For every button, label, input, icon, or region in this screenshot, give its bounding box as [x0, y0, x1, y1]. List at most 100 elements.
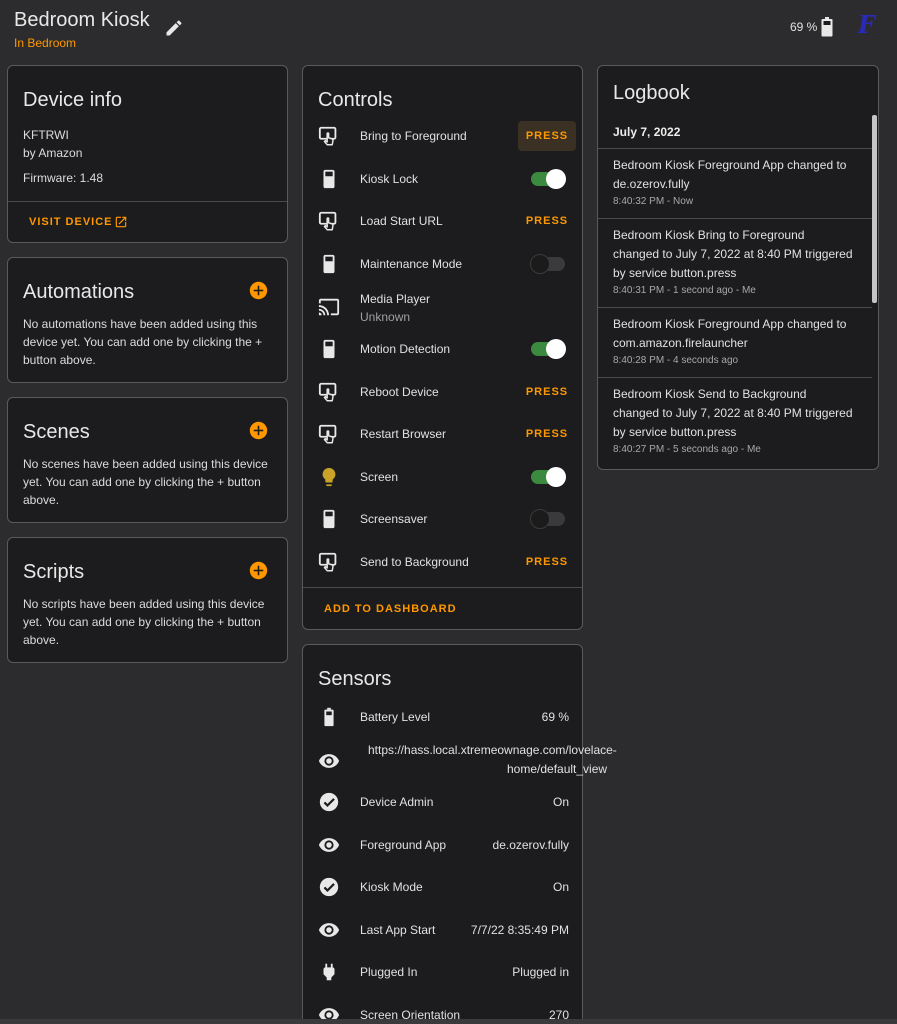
area-link[interactable]: In Bedroom — [14, 36, 76, 50]
toggle-switch[interactable] — [530, 254, 565, 274]
sensor-row[interactable]: Kiosk Mode On — [303, 867, 582, 907]
toggle-knob — [530, 509, 550, 529]
add-to-dashboard-button[interactable]: ADD TO DASHBOARD — [324, 603, 457, 615]
control-label: Reboot Device — [360, 385, 439, 399]
scenes-card: Scenes No scenes have been added using t… — [7, 397, 288, 523]
automations-card: Automations No automations have been add… — [7, 257, 288, 383]
sensor-label: Battery Level — [360, 710, 431, 724]
visit-device-button[interactable]: VISIT DEVICE — [29, 215, 139, 233]
press-button[interactable]: PRESS — [518, 121, 576, 151]
sensor-value: 69 % — [541, 710, 569, 724]
add-script-plus-icon[interactable] — [249, 561, 268, 580]
logbook-entry-line: Bedroom Kiosk Foreground App changed to — [613, 317, 847, 331]
toggle-switch[interactable] — [531, 339, 566, 359]
control-row-restart-browser[interactable]: Restart Browser PRESS — [303, 414, 582, 454]
logbook-entry-line: Bedroom Kiosk Foreground App changed to — [613, 158, 847, 172]
logbook-entry-time: 8:40:32 PM - Now — [613, 196, 694, 207]
eye-icon — [318, 750, 340, 772]
control-label: Media Player — [360, 292, 431, 306]
page-title: Bedroom Kiosk — [14, 9, 150, 31]
sensor-row[interactable]: Plugged In Plugged in — [303, 952, 582, 992]
sensor-value: Plugged in — [512, 965, 569, 979]
control-label: Bring to Foreground — [360, 129, 467, 143]
tablet-icon — [318, 253, 340, 275]
sensor-value: de.ozerov.fully — [492, 838, 569, 852]
sensor-label: Kiosk Mode — [360, 880, 423, 894]
add-automation-plus-icon[interactable] — [249, 281, 268, 300]
gesture-tap-icon — [318, 423, 340, 445]
battery-icon — [318, 706, 340, 728]
automations-empty-text: No automations have been added using thi… — [23, 317, 263, 367]
control-row-screensaver[interactable]: Screensaver — [303, 499, 582, 539]
scripts-title: Scripts — [23, 561, 85, 583]
toggle-knob — [546, 467, 566, 487]
sensor-row[interactable]: Foreground App de.ozerov.fully — [303, 825, 582, 865]
press-button[interactable]: PRESS — [518, 547, 576, 577]
pencil-icon[interactable] — [164, 18, 184, 38]
device-model: KFTRWI — [23, 128, 69, 142]
bottom-scrollbar[interactable] — [0, 1019, 897, 1024]
sensor-value-line1: https://hass.local.xtremeownage.com/love… — [368, 743, 617, 757]
control-row-send-to-background[interactable]: Send to Background PRESS — [303, 542, 582, 582]
gesture-tap-icon — [318, 125, 340, 147]
sensor-label: Device Admin — [360, 795, 434, 809]
logbook-entry-line: by service button.press — [613, 425, 737, 439]
sensors-title: Sensors — [318, 668, 392, 690]
logbook-card: Logbook July 7, 2022 Bedroom Kiosk Foreg… — [597, 65, 879, 470]
sensor-label: Last App Start — [360, 923, 436, 937]
control-row-maintenance-mode[interactable]: Maintenance Mode — [303, 244, 582, 284]
control-row-media-player[interactable]: Media Player Unknown — [303, 287, 582, 327]
controls-title: Controls — [318, 89, 393, 111]
toggle-switch[interactable] — [531, 169, 566, 189]
fully-kiosk-logo-icon: F — [858, 10, 876, 39]
control-label: Restart Browser — [360, 427, 447, 441]
sensor-row[interactable]: Battery Level 69 % — [303, 697, 582, 737]
page-header: Bedroom Kiosk In Bedroom 69 % F — [0, 0, 897, 58]
device-info-title: Device info — [23, 89, 122, 111]
scenes-title: Scenes — [23, 421, 90, 443]
battery-icon — [821, 17, 833, 37]
toggle-knob — [530, 254, 550, 274]
control-row-screen[interactable]: Screen — [303, 457, 582, 497]
device-firmware: Firmware: 1.48 — [23, 171, 104, 185]
logbook-title: Logbook — [613, 82, 690, 104]
logbook-entry-line: Bedroom Kiosk Send to Background — [613, 387, 807, 401]
control-label: Send to Background — [360, 555, 469, 569]
battery-status: 69 % — [790, 20, 818, 34]
add-scene-plus-icon[interactable] — [249, 421, 268, 440]
logbook-entry-time: 8:40:28 PM - 4 seconds ago — [613, 355, 739, 366]
power-plug-icon — [318, 961, 340, 983]
sensor-value: 7/7/22 8:35:49 PM — [470, 923, 569, 937]
control-row-motion-detection[interactable]: Motion Detection — [303, 329, 582, 369]
open-in-new-icon — [115, 216, 127, 228]
logbook-entry[interactable]: Bedroom Kiosk Send to Background changed … — [598, 378, 872, 467]
logbook-entry[interactable]: Bedroom Kiosk Bring to Foreground changed… — [598, 219, 872, 308]
toggle-knob — [546, 339, 566, 359]
sensor-row[interactable]: Device Admin On — [303, 782, 582, 822]
toggle-switch[interactable] — [531, 467, 566, 487]
press-button[interactable]: PRESS — [518, 206, 576, 236]
tablet-icon — [318, 168, 340, 190]
logbook-entry[interactable]: Bedroom Kiosk Foreground App changed to c… — [598, 308, 872, 378]
sensor-row[interactable]: https://hass.local.xtremeownage.com/love… — [303, 741, 617, 781]
logbook-entry-line: Bedroom Kiosk Bring to Foreground — [613, 228, 805, 242]
gesture-tap-icon — [318, 381, 340, 403]
control-row-kiosk-lock[interactable]: Kiosk Lock — [303, 159, 582, 199]
logbook-entry-line: de.ozerov.fully — [613, 177, 690, 191]
press-button[interactable]: PRESS — [518, 377, 576, 407]
toggle-switch[interactable] — [530, 509, 565, 529]
gesture-tap-icon — [318, 210, 340, 232]
device-info-card: Device info KFTRWI by Amazon Firmware: 1… — [7, 65, 288, 243]
control-label: Kiosk Lock — [360, 172, 419, 186]
logbook-entry-line: changed to July 7, 2022 at 8:40 PM trigg… — [613, 247, 853, 261]
logbook-scrollbar[interactable] — [872, 115, 877, 303]
control-row-load-start-url[interactable]: Load Start URL PRESS — [303, 201, 582, 241]
control-row-reboot-device[interactable]: Reboot Device PRESS — [303, 372, 582, 412]
logbook-entry-time: 8:40:27 PM - 5 seconds ago - Me — [613, 444, 761, 455]
control-row-bring-to-foreground[interactable]: Bring to Foreground PRESS — [303, 116, 582, 156]
press-button[interactable]: PRESS — [518, 419, 576, 449]
automations-title: Automations — [23, 281, 135, 303]
controls-card: Controls Bring to Foreground PRESS Kiosk L… — [302, 65, 583, 630]
logbook-entry[interactable]: Bedroom Kiosk Foreground App changed to d… — [598, 149, 872, 219]
sensor-row[interactable]: Last App Start 7/7/22 8:35:49 PM — [303, 910, 582, 950]
